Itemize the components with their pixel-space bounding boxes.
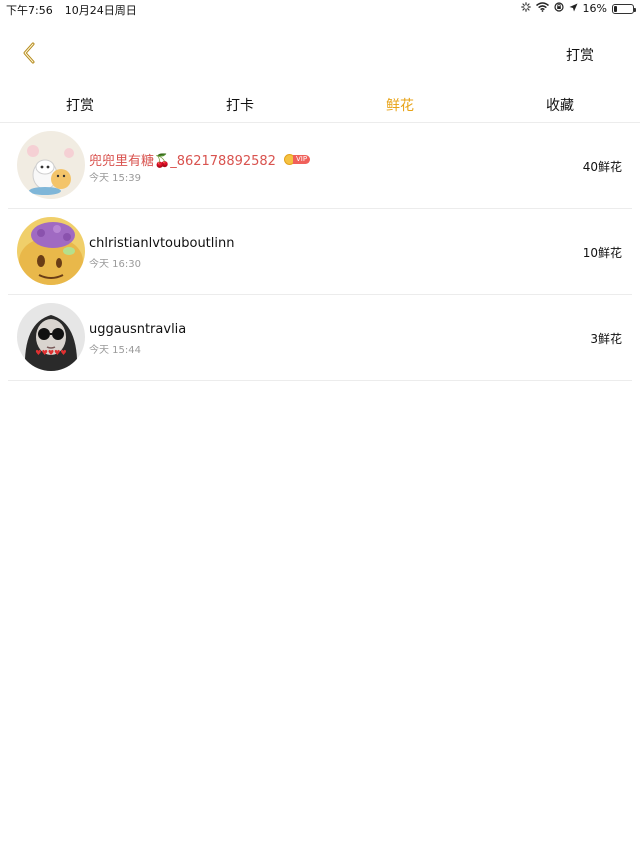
cherry-emoji: 🍒 bbox=[154, 154, 171, 169]
user-name: 兜兜里有糖🍒_862178892582 bbox=[89, 150, 276, 169]
chevron-left-icon bbox=[21, 41, 37, 69]
avatar[interactable]: ♥♥♥♥♥ bbox=[17, 303, 85, 371]
list-item[interactable]: chlristianlvtouboutlinn 今天 16:30 10鲜花 bbox=[8, 209, 632, 295]
status-date: 10月24日周日 bbox=[64, 4, 137, 17]
list-item[interactable]: 兜兜里有糖🍒_862178892582 VIP 今天 15:39 40鲜花 bbox=[8, 123, 632, 209]
timestamp: 今天 15:39 bbox=[89, 173, 141, 184]
list-item[interactable]: ♥♥♥♥♥ uggausntravlia 今天 15:44 3鲜花 bbox=[8, 295, 632, 381]
back-button[interactable] bbox=[14, 38, 44, 72]
flower-count: 10鲜花 bbox=[582, 246, 622, 260]
user-name: uggausntravlia bbox=[89, 322, 187, 337]
tab-reward[interactable]: 打赏 bbox=[0, 90, 160, 122]
status-left: 下午7:56 10月24日周日 bbox=[6, 2, 137, 18]
name-line: uggausntravlia bbox=[89, 322, 186, 337]
battery-percent: 16% bbox=[582, 2, 607, 15]
user-name-suffix: _862178892582 bbox=[170, 154, 276, 169]
avatar[interactable] bbox=[17, 217, 85, 285]
battery-icon bbox=[612, 3, 636, 14]
tab-favorites[interactable]: 收藏 bbox=[480, 90, 640, 122]
avatar[interactable] bbox=[17, 131, 85, 199]
vip-label: VIP bbox=[292, 155, 311, 164]
status-bar: 下午7:56 10月24日周日 16% bbox=[0, 0, 640, 18]
wifi-icon bbox=[535, 2, 549, 15]
loading-icon bbox=[520, 2, 531, 15]
flower-count: 40鲜花 bbox=[582, 160, 622, 174]
flower-list: 兜兜里有糖🍒_862178892582 VIP 今天 15:39 40鲜花 ch… bbox=[8, 123, 632, 381]
flower-count: 3鲜花 bbox=[590, 332, 622, 346]
nav-bar: 打赏 bbox=[0, 18, 640, 90]
vip-badge: VIP bbox=[283, 154, 311, 165]
timestamp: 今天 15:44 bbox=[89, 345, 141, 356]
user-name-prefix: 兜兜里有糖 bbox=[89, 154, 155, 169]
location-icon bbox=[569, 2, 578, 15]
user-name: chlristianlvtouboutlinn bbox=[89, 236, 235, 251]
reward-link[interactable]: 打赏 bbox=[566, 45, 594, 65]
status-right: 16% bbox=[520, 2, 636, 15]
name-line: chlristianlvtouboutlinn bbox=[89, 236, 234, 251]
timestamp: 今天 16:30 bbox=[89, 259, 141, 270]
tab-flowers[interactable]: 鲜花 bbox=[320, 90, 480, 122]
lock-rotation-icon bbox=[553, 2, 564, 15]
tab-bar: 打赏 打卡 鲜花 收藏 bbox=[0, 90, 640, 123]
status-time: 下午7:56 bbox=[6, 4, 53, 17]
tab-checkin[interactable]: 打卡 bbox=[160, 90, 320, 122]
name-line: 兜兜里有糖🍒_862178892582 VIP bbox=[89, 150, 311, 169]
svg-text:♥♥♥♥♥: ♥♥♥♥♥ bbox=[35, 349, 66, 357]
